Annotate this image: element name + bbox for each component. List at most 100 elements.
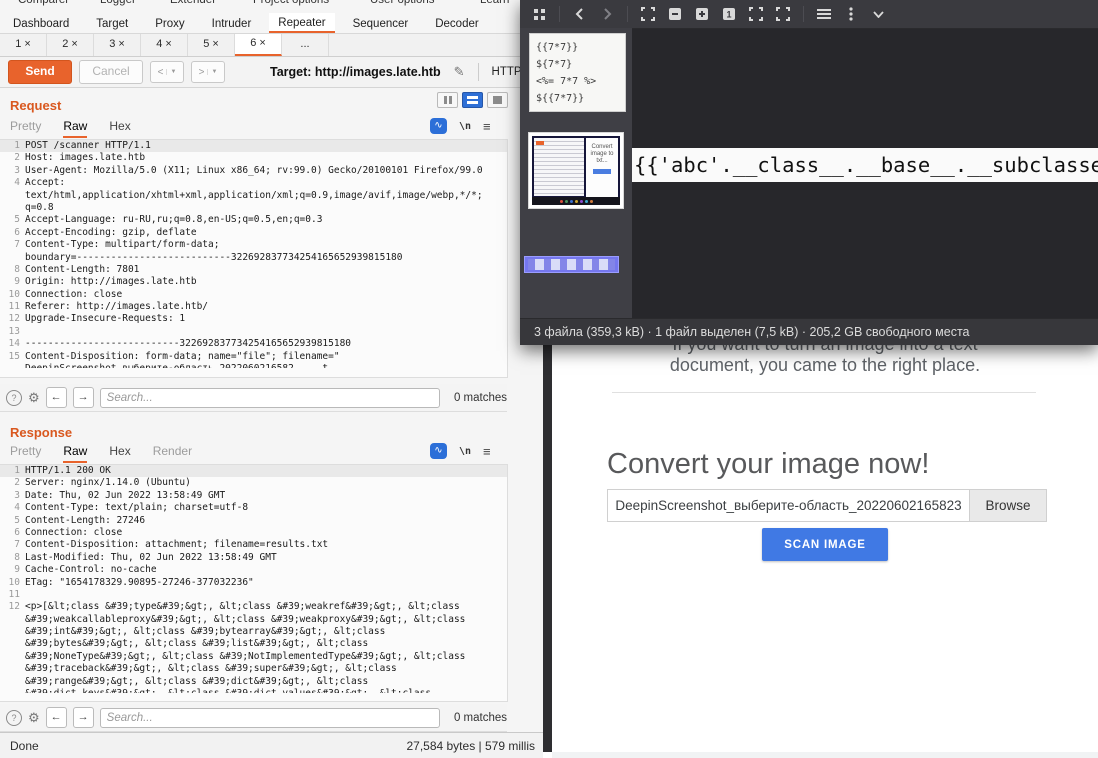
tab-render[interactable]: Render [153,444,192,463]
grid-view-icon[interactable] [530,5,548,23]
kebab-menu-icon[interactable] [842,5,860,23]
burp-top-tab[interactable]: Extender [170,0,253,10]
burp-top-tab[interactable]: Project options [253,0,370,10]
selected-image-thumbnail[interactable] [524,256,619,273]
burp-main-tab-row: Dashboard Target Proxy Intruder Repeater Sequ… [0,10,556,34]
send-toolbar: Send Cancel <▼ >▼ Target: http://images.… [0,57,551,88]
chevron-down-icon[interactable]: ▼ [207,69,217,75]
next-match-button[interactable]: → [73,707,94,728]
help-icon[interactable]: ? [6,390,22,406]
viewer-toolbar: 1 [520,0,1098,29]
burp-suite-window: ComparerLoggerExtenderProject optionsUse… [0,0,543,758]
burp-main-tab[interactable]: Proxy [155,14,184,33]
burp-main-tab[interactable]: Decoder [435,14,478,33]
ssti-payload-thumbnail[interactable]: {{7*7}} ${7*7} <%= 7*7 %> ${{7*7}} [529,33,626,112]
chevron-down-icon[interactable] [869,5,887,23]
send-button[interactable]: Send [8,60,72,84]
burp-main-tab[interactable]: Sequencer [353,14,409,33]
tab-raw[interactable]: Raw [63,119,87,138]
chevron-down-icon[interactable]: ▼ [166,69,176,75]
prev-image-icon[interactable] [571,5,589,23]
line-number [0,190,25,202]
show-newlines-icon[interactable]: \n [459,121,471,132]
line-text: &#39;dict_keys&#39;&gt;, &lt;class &#39;… [25,688,431,693]
repeater-tab[interactable]: ... [282,34,329,56]
scan-image-button[interactable]: SCAN IMAGE [762,528,888,561]
history-back-button[interactable]: <▼ [150,61,184,83]
browse-button[interactable]: Browse [969,490,1046,521]
burp-top-tab[interactable]: Logger [100,0,170,10]
response-line: &#39;weakcallableproxy&#39;&gt;, &lt;cla… [0,614,507,626]
screenshot-thumbnail[interactable]: Convert image to txt... [528,132,624,209]
actual-size-icon[interactable]: 1 [720,5,738,23]
request-line: boundary=---------------------------3226… [0,252,507,264]
prev-match-button[interactable]: ← [46,707,67,728]
burp-top-tab[interactable]: Comparer [18,0,100,10]
next-image-icon[interactable] [598,5,616,23]
editor-menu-icon[interactable]: ≡ [483,444,491,459]
tab-hex[interactable]: Hex [109,444,130,463]
help-icon[interactable]: ? [6,710,22,726]
line-number: 7 [0,539,25,551]
expand-icon[interactable] [747,5,765,23]
edit-target-icon[interactable]: ✎ [454,64,465,80]
history-forward-button[interactable]: >▼ [191,61,225,83]
screen: If you want to turn an image into a text… [0,0,1098,758]
request-editor[interactable]: 1 POST /scanner HTTP/1.1 2 Host: images.… [0,139,508,378]
response-line: 9 Cache-Control: no-cache [0,564,507,576]
response-editor[interactable]: 1 HTTP/1.1 200 OK 2 Server: nginx/1.14.0… [0,464,508,702]
line-text: Server: nginx/1.14.0 (Ubuntu) [25,477,191,489]
gear-icon[interactable]: ⚙ [28,390,40,406]
request-line: 13 [0,326,507,338]
repeater-tab[interactable]: 4 × [141,34,188,56]
line-text: &#39;int&#39;&gt;, &lt;class &#39;bytear… [25,626,385,638]
tab-hex[interactable]: Hex [109,119,130,138]
burp-main-tab[interactable]: Target [96,14,128,33]
burp-main-tab[interactable]: Dashboard [13,14,69,33]
tab-pretty[interactable]: Pretty [10,119,41,138]
rows-layout-button[interactable] [462,92,483,108]
prev-match-button[interactable]: ← [46,387,67,408]
zoom-out-icon[interactable] [666,5,684,23]
editor-menu-icon[interactable]: ≡ [483,119,491,134]
line-number: 8 [0,552,25,564]
repeater-tab[interactable]: 2 × [47,34,94,56]
file-upload-field[interactable]: DeepinScreenshot_выберите-область_202206… [607,489,1047,522]
line-text: <p>[&lt;class &#39;type&#39;&gt;, &lt;cl… [25,601,460,613]
request-search-bar: ? ⚙ ← → 0 matches [0,384,507,412]
list-view-icon[interactable] [815,5,833,23]
pretty-print-icon[interactable]: ∿ [430,443,447,459]
repeater-tab[interactable]: 6 × [235,34,282,56]
fullscreen-icon[interactable] [774,5,792,23]
single-layout-button[interactable] [487,92,508,108]
line-text: POST /scanner HTTP/1.1 [25,140,151,152]
response-search-input[interactable] [100,708,440,728]
columns-layout-button[interactable] [437,92,458,108]
tab-raw[interactable]: Raw [63,444,87,463]
response-line: 3 Date: Thu, 02 Jun 2022 13:58:49 GMT [0,490,507,502]
line-text: Last-Modified: Thu, 02 Jun 2022 13:58:49… [25,552,277,564]
thumbnail-sidebar: {{7*7}} ${7*7} <%= 7*7 %> ${{7*7}} Conve… [520,28,632,318]
request-search-input[interactable] [100,388,440,408]
line-text: Host: images.late.htb [25,152,145,164]
gear-icon[interactable]: ⚙ [28,710,40,726]
burp-main-tab[interactable]: Repeater [269,13,334,33]
pretty-print-icon[interactable]: ∿ [430,118,447,134]
repeater-tab[interactable]: 1 × [0,34,47,56]
response-line: &#39;range&#39;&gt;, &lt;class &#39;dict… [0,676,507,688]
tab-pretty[interactable]: Pretty [10,444,41,463]
zoom-in-icon[interactable] [693,5,711,23]
repeater-tab[interactable]: 3 × [94,34,141,56]
request-line: 11 Referer: http://images.late.htb/ [0,301,507,313]
line-text: Cache-Control: no-cache [25,564,157,576]
cancel-button[interactable]: Cancel [79,60,143,84]
response-search-bar: ? ⚙ ← → 0 matches [0,704,507,732]
fit-window-icon[interactable] [639,5,657,23]
burp-top-tab[interactable]: User options [370,0,480,10]
burp-main-tab[interactable]: Intruder [212,14,252,33]
repeater-tab[interactable]: 5 × [188,34,235,56]
divider [612,392,1036,393]
show-newlines-icon[interactable]: \n [459,446,471,457]
line-text: Content-Disposition: attachment; filenam… [25,539,328,551]
next-match-button[interactable]: → [73,387,94,408]
